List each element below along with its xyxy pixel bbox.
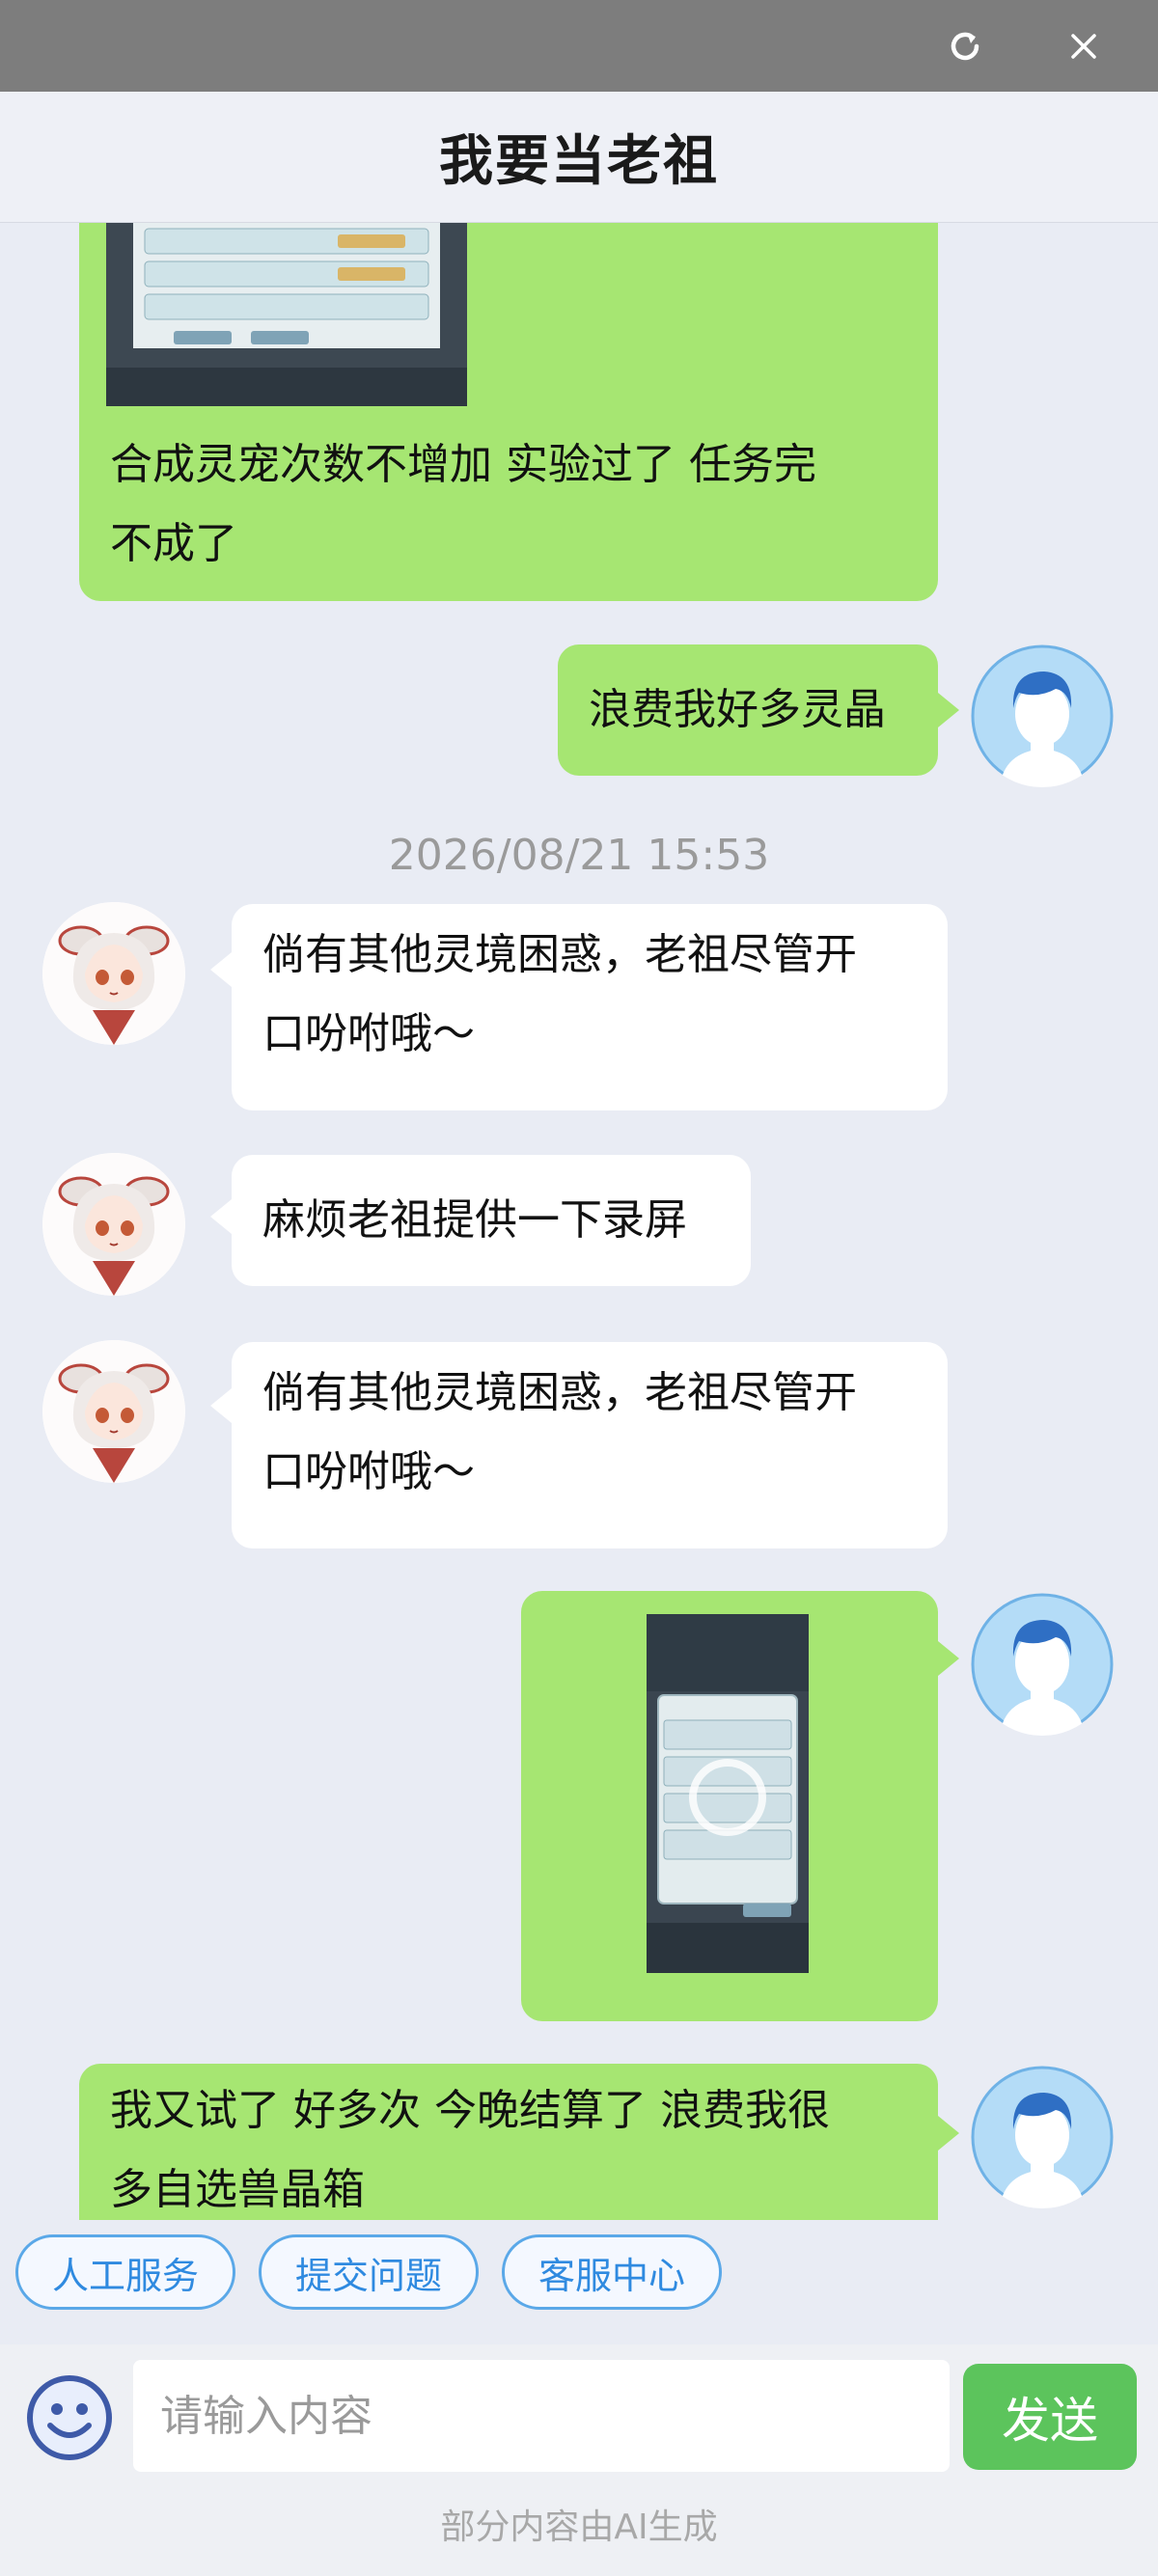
refresh-icon[interactable]	[936, 17, 994, 75]
bot-avatar	[42, 1153, 185, 1296]
user-avatar[interactable]	[971, 1593, 1114, 1736]
bubble-tail	[210, 952, 232, 987]
bubble-tail	[938, 2116, 959, 2151]
chat-area[interactable]: 合成灵宠次数不增加 实验过了 任务完 不成了 浪费我好多灵晶 2026/08/2…	[0, 223, 1158, 2220]
bot-avatar	[42, 1340, 185, 1483]
bubble-tail	[210, 1388, 232, 1423]
message-text: 不成了	[110, 519, 237, 568]
top-bar	[0, 0, 1158, 92]
message-input[interactable]	[158, 2390, 950, 2442]
message-text: 多自选兽晶箱	[110, 2165, 365, 2214]
message-bubble-bot: 麻烦老祖提供一下录屏	[232, 1155, 751, 1286]
message-text: 口吩咐哦～	[262, 1009, 475, 1058]
bubble-tail	[938, 693, 959, 727]
message-text: 合成灵宠次数不增加 实验过了 任务完	[110, 440, 816, 489]
service-center-button[interactable]: 客服中心	[502, 2234, 722, 2310]
message-bubble-user: 我又试了 好多次 今晚结算了 浪费我很 多自选兽晶箱	[79, 2064, 938, 2220]
attached-screenshot[interactable]	[647, 1614, 809, 1973]
message-bubble-bot: 倘有其他灵境困惑，老祖尽管开 口吩咐哦～	[232, 1342, 948, 1548]
bubble-tail	[938, 1641, 959, 1676]
message-text: 浪费我好多灵晶	[589, 685, 886, 734]
user-avatar[interactable]	[971, 2066, 1114, 2208]
attached-screenshot[interactable]	[106, 223, 467, 406]
bubble-tail	[210, 1199, 232, 1234]
page-title: 我要当老祖	[439, 130, 719, 193]
message-bubble-user: 浪费我好多灵晶	[558, 644, 938, 776]
message-text: 倘有其他灵境困惑，老祖尽管开	[262, 930, 857, 979]
message-input-box[interactable]	[133, 2360, 950, 2472]
human-service-button[interactable]: 人工服务	[15, 2234, 235, 2310]
message-text: 口吩咐哦～	[262, 1447, 475, 1496]
close-icon[interactable]	[1055, 17, 1113, 75]
message-bubble-bot: 倘有其他灵境困惑，老祖尽管开 口吩咐哦～	[232, 904, 948, 1110]
message-text: 麻烦老祖提供一下录屏	[262, 1195, 687, 1245]
message-bubble-user	[521, 1591, 938, 2021]
timestamp: 2026/08/21 15:53	[388, 831, 770, 880]
send-button[interactable]: 发送	[963, 2364, 1137, 2470]
bot-avatar	[42, 902, 185, 1045]
message-text: 我又试了 好多次 今晚结算了 浪费我很	[110, 2086, 830, 2135]
message-text: 倘有其他灵境困惑，老祖尽管开	[262, 1368, 857, 1417]
user-avatar[interactable]	[971, 644, 1114, 787]
message-bubble-user: 合成灵宠次数不增加 实验过了 任务完 不成了	[79, 223, 938, 601]
emoji-icon[interactable]	[25, 2373, 114, 2462]
ai-disclaimer: 部分内容由AI生成	[440, 2507, 718, 2547]
submit-issue-button[interactable]: 提交问题	[259, 2234, 479, 2310]
title-bar: 我要当老祖	[0, 92, 1158, 223]
